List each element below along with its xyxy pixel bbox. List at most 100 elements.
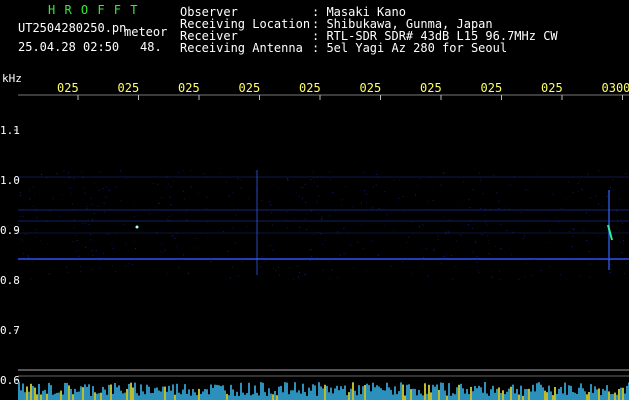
noise-dot (198, 192, 200, 194)
noise-dot (149, 213, 151, 215)
noise-bar (478, 385, 480, 400)
noise-dot (260, 266, 262, 268)
noise-bar (562, 393, 564, 400)
noise-bar (268, 388, 270, 400)
noise-dot (306, 228, 307, 230)
noise-dot (479, 207, 481, 209)
noise-bar (552, 395, 554, 400)
noise-bar (246, 393, 248, 400)
noise-bar (84, 384, 86, 400)
noise-dot (299, 265, 301, 267)
noise-dot (587, 173, 589, 175)
noise-dot (437, 239, 439, 241)
noise-dot (480, 177, 482, 179)
noise-dot (295, 192, 297, 194)
x-tick-label: 025 (57, 81, 79, 95)
noise-dot (366, 202, 367, 204)
noise-bar (466, 389, 468, 400)
noise-dot (178, 266, 180, 268)
noise-dot (73, 219, 75, 221)
noise-dot (376, 174, 377, 175)
noise-dot (482, 193, 484, 194)
noise-dot (72, 240, 74, 242)
noise-bar (148, 386, 150, 400)
noise-dot (261, 199, 263, 201)
noise-dot (340, 254, 342, 256)
noise-dot (99, 171, 101, 173)
noise-dot (337, 277, 339, 278)
noise-bar (584, 391, 586, 400)
noise-bar (196, 395, 198, 400)
noise-dot (285, 219, 287, 221)
noise-bar (582, 388, 584, 400)
noise-dot (443, 256, 445, 257)
noise-dot (499, 279, 501, 280)
noise-dot (183, 198, 185, 200)
noise-dot (365, 193, 367, 195)
noise-dot (206, 196, 208, 198)
noise-dot (490, 208, 492, 210)
noise-dot (589, 276, 591, 278)
noise-dot (371, 240, 373, 242)
noise-bar (76, 391, 78, 400)
noise-dot (90, 197, 92, 199)
noise-dot (112, 247, 114, 249)
noise-bar (352, 382, 354, 400)
noise-bar (596, 389, 598, 400)
noise-dot (326, 257, 328, 259)
noise-dot (588, 251, 590, 252)
noise-dot (272, 268, 274, 270)
noise-dot (22, 209, 24, 211)
noise-dot (427, 275, 429, 277)
noise-bar (438, 389, 440, 400)
noise-bar (272, 394, 274, 400)
noise-bar (228, 395, 230, 400)
noise-dot (20, 277, 22, 279)
noise-dot (424, 247, 426, 249)
noise-dot (375, 184, 377, 186)
noise-dot (446, 231, 448, 233)
noise-dot (35, 207, 37, 209)
noise-dot (498, 200, 500, 202)
noise-bar (30, 383, 32, 400)
noise-dot (485, 222, 487, 224)
noise-bar (222, 385, 224, 400)
noise-dot (131, 176, 133, 178)
noise-dot (525, 189, 527, 191)
noise-dot (136, 215, 138, 217)
noise-bar (284, 382, 286, 400)
noise-dot (460, 234, 462, 236)
noise-bar (416, 395, 418, 400)
noise-dot (76, 240, 78, 242)
noise-dot (157, 183, 159, 185)
noise-bar (166, 391, 168, 400)
noise-bar (290, 390, 292, 400)
noise-dot (293, 218, 295, 220)
noise-dot (46, 220, 48, 222)
noise-dot (580, 188, 582, 190)
noise-dot (89, 234, 91, 236)
noise-bar (554, 387, 556, 400)
noise-dot (90, 239, 92, 241)
noise-dot (109, 189, 111, 191)
noise-dot (612, 179, 614, 181)
noise-bar (484, 382, 486, 400)
noise-bar (312, 384, 314, 400)
noise-dot (329, 215, 331, 217)
noise-dot (237, 275, 239, 277)
noise-dot (492, 277, 494, 278)
noise-bar (258, 395, 260, 400)
noise-bar (490, 389, 492, 400)
noise-bar (214, 384, 216, 400)
noise-bar (612, 394, 614, 400)
noise-dot (343, 253, 345, 255)
noise-dot (582, 189, 583, 191)
noise-bar (294, 382, 296, 400)
noise-dot (534, 258, 536, 260)
noise-dot (317, 212, 319, 214)
noise-dot (84, 192, 86, 194)
noise-dot (450, 254, 452, 256)
noise-dot (32, 205, 34, 207)
noise-bar (426, 393, 428, 400)
noise-bar (216, 384, 218, 400)
